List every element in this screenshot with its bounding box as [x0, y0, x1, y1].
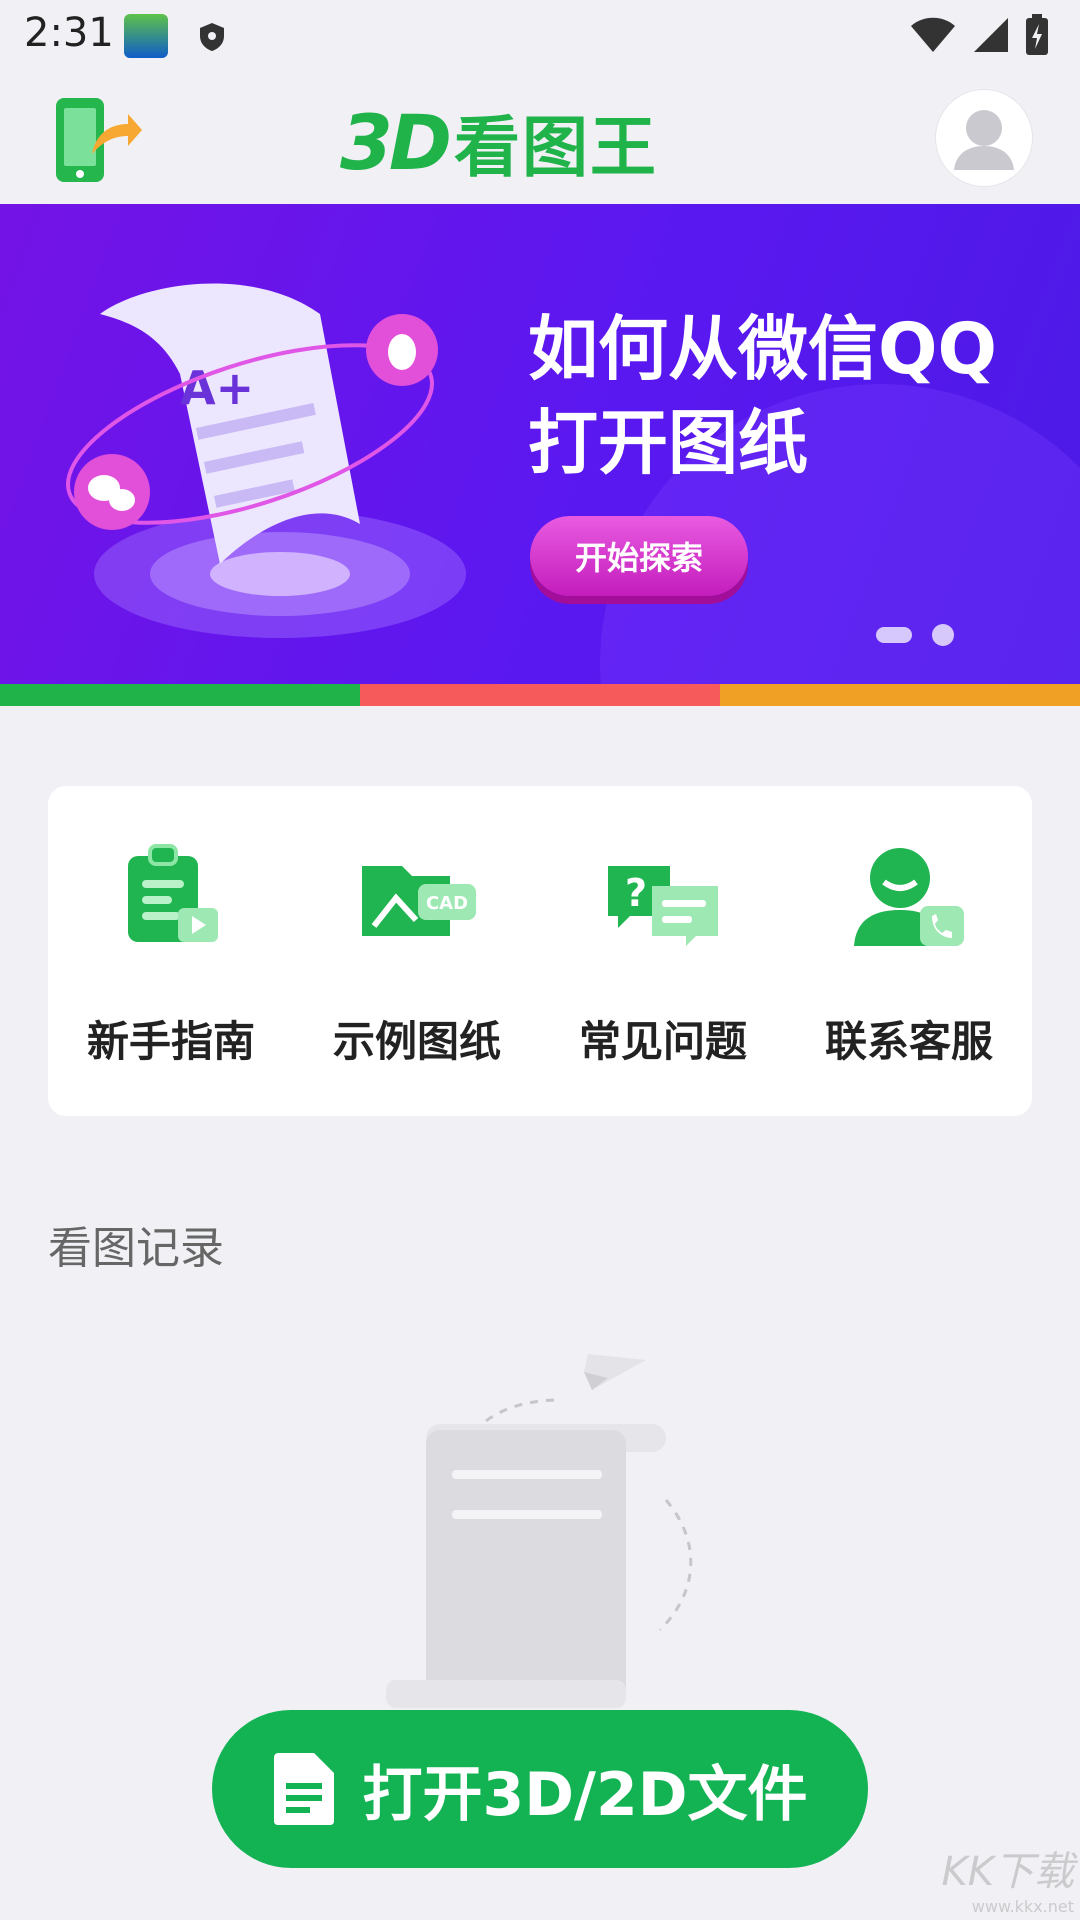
- customer-service-icon: [854, 848, 964, 946]
- clipboard-video-icon: [128, 844, 218, 942]
- banner-headline: 如何从微信QQ 打开图纸: [528, 302, 997, 490]
- banner-cta-button[interactable]: 开始探索: [530, 516, 748, 596]
- notification-app-icon: [124, 14, 168, 58]
- cad-tag: CAD: [426, 893, 468, 914]
- banner-headline-line2: 打开图纸: [528, 396, 808, 490]
- document-icon: [274, 1753, 335, 1825]
- app-logo: 3D 看图王: [340, 98, 658, 187]
- promo-banner[interactable]: A+ 如何从微信QQ 打开图纸 开始探索: [0, 204, 1080, 684]
- carousel-indicator: [876, 624, 954, 646]
- app-header: 3D 看图王: [0, 72, 1080, 204]
- signal-icon: [974, 18, 1008, 52]
- battery-charging-icon: [1026, 14, 1048, 55]
- open-file-label: 打开3D/2D文件: [362, 1759, 808, 1830]
- quick-action-faq[interactable]: ? 常见问题: [540, 786, 786, 1116]
- color-strip: [0, 684, 1080, 706]
- quick-action-label: 常见问题: [578, 1017, 747, 1066]
- strip-green: [0, 684, 360, 706]
- watermark-main: KK下载: [941, 1849, 1074, 1895]
- grade-mark: A+: [180, 361, 254, 415]
- shield-icon: [200, 23, 224, 51]
- phone-transfer-icon[interactable]: [54, 94, 144, 184]
- document-illustration: A+: [66, 283, 466, 638]
- history-section-title: 看图记录: [48, 1223, 224, 1274]
- logo-name: 看图王: [453, 109, 658, 186]
- carousel-dot-active: [876, 627, 912, 643]
- quick-action-support[interactable]: 联系客服: [786, 786, 1032, 1116]
- strip-red: [360, 684, 720, 706]
- cad-folder-icon: CAD: [362, 866, 476, 936]
- question-chat-icon: ?: [608, 866, 718, 946]
- user-icon: [954, 110, 1014, 170]
- watermark-sub: www.kkx.net: [971, 1897, 1074, 1916]
- user-avatar[interactable]: [936, 90, 1032, 186]
- quick-actions-card: 新手指南 CAD 示例图纸 ? 常见问题 联系客服: [48, 786, 1032, 1116]
- question-mark: ?: [625, 871, 647, 915]
- wifi-icon: [911, 17, 955, 52]
- logo-prefix: 3D: [340, 97, 452, 187]
- status-time: 2:31: [24, 10, 114, 56]
- quick-action-label: 示例图纸: [332, 1017, 501, 1066]
- quick-action-samples[interactable]: CAD 示例图纸: [294, 786, 540, 1116]
- watermark: KK下载 www.kkx.net: [942, 1839, 1074, 1916]
- quick-action-label: 新手指南: [86, 1017, 255, 1066]
- quick-action-guide[interactable]: 新手指南: [48, 786, 294, 1116]
- carousel-dot: [932, 624, 954, 646]
- strip-orange: [720, 684, 1080, 706]
- open-file-button[interactable]: 打开3D/2D文件: [212, 1710, 868, 1868]
- quick-action-label: 联系客服: [824, 1017, 993, 1066]
- banner-headline-line1: 如何从微信QQ: [528, 308, 998, 390]
- status-bar: 2:31: [0, 0, 1080, 72]
- empty-history-illustration: [386, 1354, 693, 1708]
